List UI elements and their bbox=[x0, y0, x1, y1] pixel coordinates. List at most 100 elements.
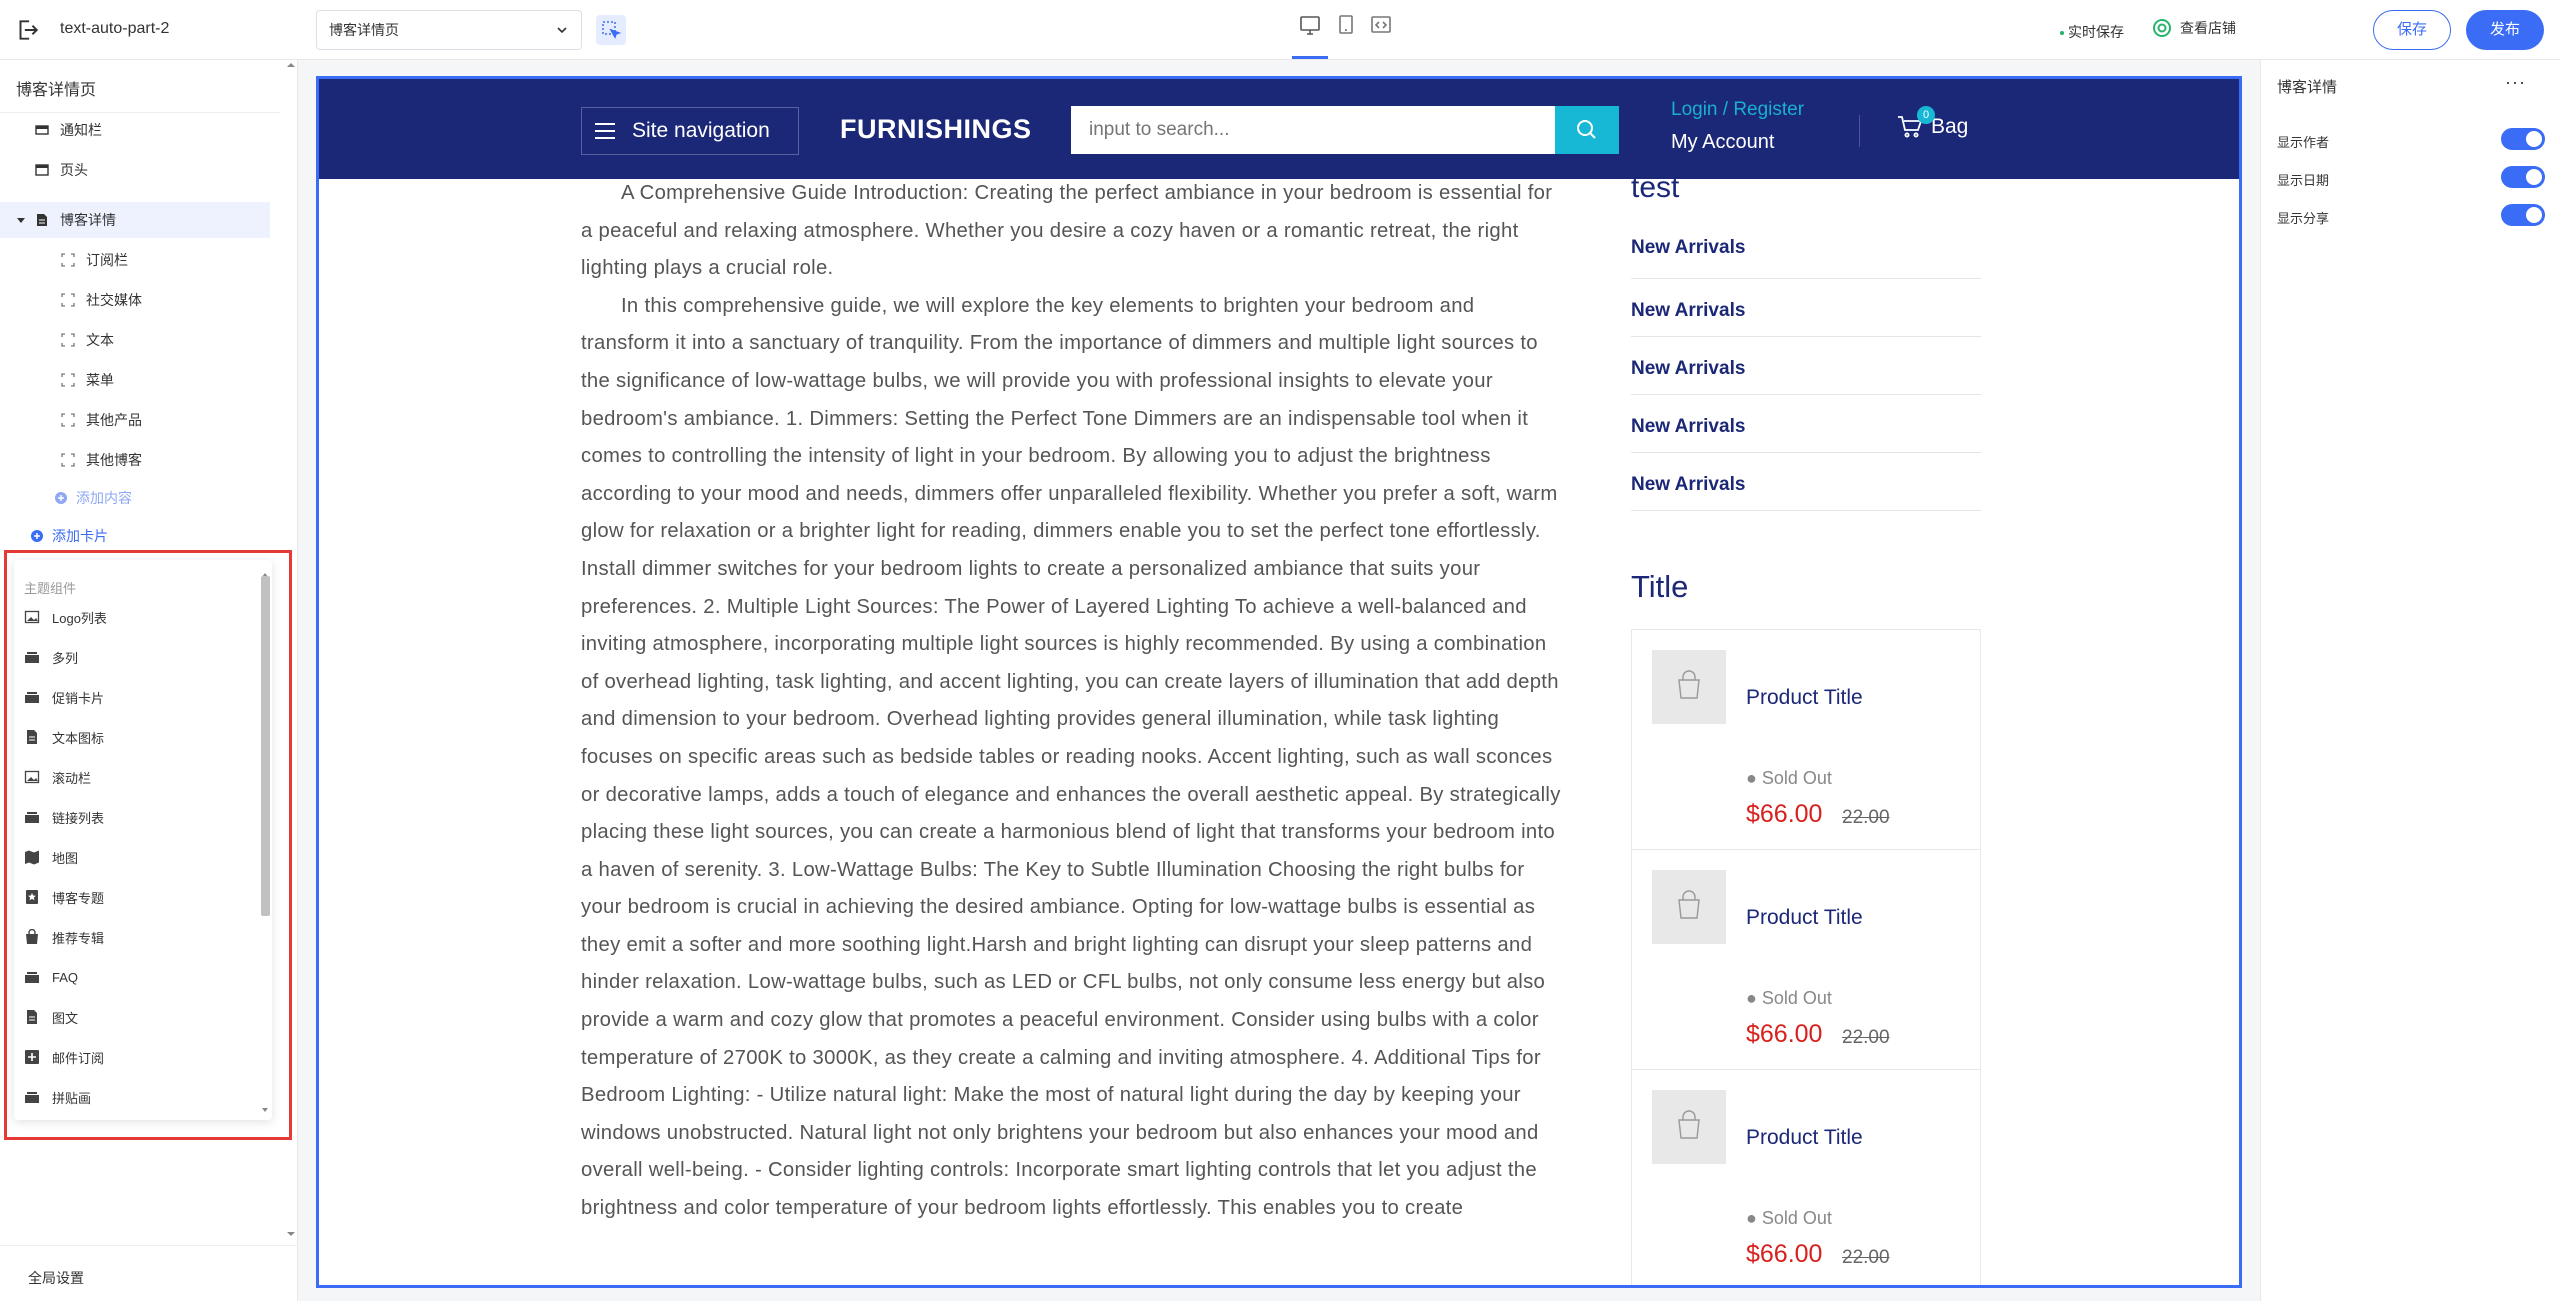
component-multi-column[interactable]: 多列 bbox=[24, 640, 78, 674]
component-label: 滚动栏 bbox=[52, 770, 92, 786]
tree-item-label: 页头 bbox=[60, 162, 88, 178]
sidebar-link[interactable]: New Arrivals bbox=[1631, 223, 1981, 279]
block-icon bbox=[61, 333, 75, 347]
document-icon bbox=[37, 214, 47, 226]
bag-count-badge: 0 bbox=[1917, 106, 1935, 124]
component-text-icon[interactable]: 文本图标 bbox=[24, 720, 104, 754]
status-label: Sold Out bbox=[1761, 768, 1832, 788]
component-label: 多列 bbox=[52, 650, 79, 666]
blog-article: A Comprehensive Guide Introduction: Crea… bbox=[581, 175, 1561, 1228]
product-card[interactable]: Product Title ● Sold Out $66.00 22.00 bbox=[1632, 630, 1980, 850]
component-label: 邮件订阅 bbox=[52, 1050, 105, 1066]
more-options-icon[interactable]: ··· bbox=[2505, 72, 2526, 93]
component-email-subscribe[interactable]: 邮件订阅 bbox=[24, 1040, 104, 1074]
article-paragraph: In this comprehensive guide, we will exp… bbox=[581, 294, 1561, 1220]
component-label: 拼贴画 bbox=[52, 1090, 92, 1106]
block-icon bbox=[61, 293, 75, 307]
login-register-link[interactable]: Login / Register bbox=[1671, 99, 1804, 121]
sidebar-link[interactable]: New Arrivals bbox=[1631, 453, 1981, 511]
search-icon bbox=[1577, 120, 1596, 139]
product-title[interactable]: Product Title bbox=[1746, 1126, 1863, 1150]
publish-button[interactable]: 发布 bbox=[2466, 10, 2544, 50]
product-card[interactable]: Product Title ● Sold Out $66.00 22.00 bbox=[1632, 1070, 1980, 1285]
product-old-price: 22.00 bbox=[1842, 1247, 1890, 1268]
tree-item-other-products[interactable]: 其他产品 bbox=[0, 402, 270, 438]
add-content-button[interactable]: 添加内容 bbox=[0, 480, 270, 516]
plus-circle-icon bbox=[31, 530, 43, 542]
product-list: Product Title ● Sold Out $66.00 22.00 Pr… bbox=[1631, 629, 1981, 1285]
tree-item-other-blogs[interactable]: 其他博客 bbox=[0, 442, 270, 478]
tree-item-header[interactable]: 页头 bbox=[0, 152, 270, 188]
exit-icon[interactable] bbox=[14, 17, 40, 43]
global-settings-button[interactable]: 全局设置 bbox=[0, 1245, 298, 1301]
product-title[interactable]: Product Title bbox=[1746, 906, 1863, 930]
option-show-author: 显示作者 bbox=[2277, 128, 2545, 152]
global-settings-label: 全局设置 bbox=[28, 1270, 84, 1286]
settings-title: 博客详情 bbox=[2277, 79, 2338, 96]
bag-label: Bag bbox=[1931, 115, 1969, 138]
component-blog-topic[interactable]: 博客专题 bbox=[24, 880, 104, 914]
autosave-label: 实时保存 bbox=[2068, 24, 2124, 40]
search-input[interactable] bbox=[1071, 106, 1551, 154]
component-faq[interactable]: FAQ bbox=[24, 960, 78, 994]
component-label: 图文 bbox=[52, 1010, 79, 1026]
component-map[interactable]: 地图 bbox=[24, 840, 78, 874]
component-collage[interactable]: 拼贴画 bbox=[24, 1080, 91, 1114]
right-panel: 博客详情 ··· 显示作者 显示日期 显示分享 bbox=[2260, 60, 2560, 1301]
tree-item-subscribe[interactable]: 订阅栏 bbox=[0, 242, 270, 278]
add-card-button[interactable]: 添加卡片 bbox=[0, 518, 270, 554]
product-old-price: 22.00 bbox=[1842, 1027, 1890, 1048]
component-scrollbar[interactable] bbox=[260, 566, 270, 1114]
sidebar-link-list: New Arrivals New Arrivals New Arrivals N… bbox=[1631, 223, 1981, 511]
product-title[interactable]: Product Title bbox=[1746, 686, 1863, 710]
stack-icon bbox=[25, 972, 39, 983]
bag-link[interactable]: 0 Bag bbox=[1897, 106, 1969, 139]
code-icon[interactable] bbox=[1369, 12, 1393, 38]
save-button[interactable]: 保存 bbox=[2373, 10, 2451, 50]
show-date-toggle[interactable] bbox=[2501, 166, 2545, 188]
component-scroll-bar[interactable]: 滚动栏 bbox=[24, 760, 91, 794]
store-name: text-auto-part-2 bbox=[60, 20, 170, 37]
select-cursor-icon bbox=[602, 21, 622, 39]
tree-item-text[interactable]: 文本 bbox=[0, 322, 270, 358]
document-icon bbox=[27, 1010, 37, 1024]
element-picker-button[interactable] bbox=[596, 15, 626, 45]
desktop-icon[interactable] bbox=[1298, 12, 1322, 38]
status-label: Sold Out bbox=[1761, 988, 1832, 1008]
tree-item-menu[interactable]: 菜单 bbox=[0, 362, 270, 398]
component-recommended-album[interactable]: 推荐专辑 bbox=[24, 920, 104, 954]
page-select-value: 博客详情页 bbox=[329, 22, 399, 38]
plus-box-icon bbox=[25, 1050, 39, 1064]
sidebar-link[interactable]: New Arrivals bbox=[1631, 279, 1981, 337]
tree-item-label: 通知栏 bbox=[60, 122, 102, 138]
search-button[interactable] bbox=[1555, 106, 1619, 154]
site-header: Site navigation FURNISHINGS Login / Regi… bbox=[319, 79, 2239, 179]
sidebar-link[interactable]: New Arrivals bbox=[1631, 337, 1981, 395]
tree-item-label: 文本 bbox=[86, 332, 114, 348]
show-author-toggle[interactable] bbox=[2501, 128, 2545, 150]
site-logo[interactable]: FURNISHINGS bbox=[840, 114, 1032, 145]
page-select[interactable]: 博客详情页 bbox=[316, 10, 582, 50]
tree-item-notice-bar[interactable]: 通知栏 bbox=[0, 112, 270, 148]
view-store-link[interactable]: 查看店铺 bbox=[2152, 18, 2236, 38]
sidebar-link[interactable]: New Arrivals bbox=[1631, 395, 1981, 453]
product-card[interactable]: Product Title ● Sold Out $66.00 22.00 bbox=[1632, 850, 1980, 1070]
component-logo-list[interactable]: Logo列表 bbox=[24, 600, 107, 634]
scrollbar-thumb[interactable] bbox=[261, 576, 270, 916]
block-icon bbox=[61, 253, 75, 267]
divider bbox=[1859, 115, 1860, 147]
show-share-toggle[interactable] bbox=[2501, 204, 2545, 226]
bag-icon bbox=[26, 929, 38, 944]
site-navigation-button[interactable]: Site navigation bbox=[581, 107, 799, 155]
tablet-icon[interactable] bbox=[1334, 12, 1358, 38]
component-link-list[interactable]: 链接列表 bbox=[24, 800, 104, 834]
tree-item-label: 社交媒体 bbox=[86, 292, 142, 308]
tree-item-social[interactable]: 社交媒体 bbox=[0, 282, 270, 318]
my-account-link[interactable]: My Account bbox=[1671, 131, 1774, 154]
tree-item-blog-detail[interactable]: 博客详情 bbox=[0, 202, 270, 238]
product-status: ● Sold Out bbox=[1746, 988, 1832, 1008]
component-image-text[interactable]: 图文 bbox=[24, 1000, 78, 1034]
tree-item-label: 其他博客 bbox=[86, 452, 142, 468]
component-promo-card[interactable]: 促销卡片 bbox=[24, 680, 104, 714]
tree-item-label: 博客详情 bbox=[60, 212, 116, 228]
